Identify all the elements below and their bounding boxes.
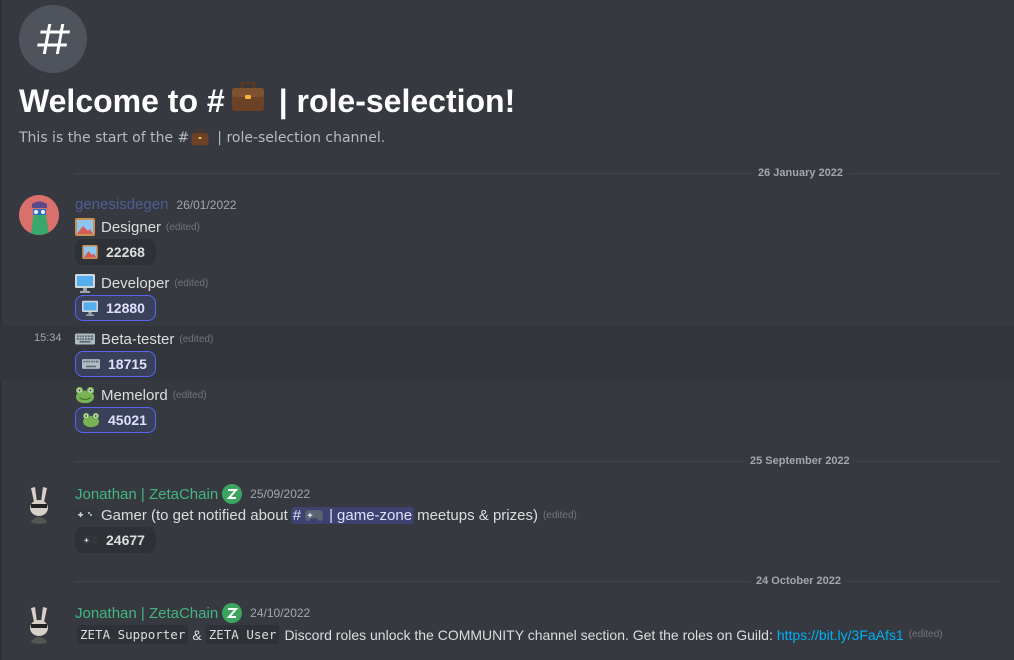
role-label: Developer	[101, 274, 170, 292]
avatar[interactable]	[19, 484, 59, 524]
message-body: ZETA Supporter & ZETA User Discord roles…	[75, 625, 943, 644]
keyboard-icon	[82, 359, 100, 369]
welcome-prefix: Welcome to #	[19, 82, 225, 119]
message-text: meetups & prizes)	[417, 506, 538, 524]
date-divider-label: 26 January 2022	[752, 167, 850, 179]
sub-suffix: | role-selection channel.	[217, 130, 386, 146]
reaction-count: 22268	[106, 244, 145, 260]
reaction-count: 24677	[106, 532, 145, 548]
reaction-button[interactable]: 12880	[75, 295, 156, 321]
role-line-memelord: Memelord (edited)	[75, 385, 207, 405]
mention-label: game-zone	[337, 506, 413, 524]
briefcase-icon	[191, 130, 209, 146]
guild-link[interactable]: https://bit.ly/3FaAfs1	[777, 627, 904, 643]
video-game-icon	[75, 505, 95, 525]
message-timestamp: 24/10/2022	[250, 606, 311, 620]
reaction-button[interactable]: 24677	[75, 527, 156, 553]
message-text: Discord roles unlock the COMMUNITY chann…	[284, 626, 773, 643]
date-divider-label: 25 September 2022	[744, 455, 856, 467]
role-line-developer: Developer (edited)	[75, 273, 208, 293]
channel-hash-icon	[19, 5, 87, 73]
message-text: Gamer (to get notified about	[101, 506, 288, 524]
username[interactable]: Jonathan | ZetaChain	[75, 605, 218, 622]
role-label: Memelord	[101, 386, 168, 404]
date-divider	[75, 173, 1000, 174]
date-divider	[75, 461, 1000, 462]
framed-picture-icon	[82, 245, 98, 259]
username[interactable]: genesisdegen	[75, 196, 168, 213]
briefcase-icon	[231, 81, 265, 120]
avatar[interactable]	[19, 195, 59, 235]
inline-code: ZETA User	[205, 625, 280, 644]
role-line-gamer: Gamer (to get notified about # | game-zo…	[75, 505, 577, 525]
role-line-designer: Designer (edited)	[75, 217, 200, 237]
zetachain-badge-icon	[222, 484, 243, 504]
edited-tag: (edited)	[172, 389, 207, 401]
channel-welcome-title: Welcome to # | role-selection!	[19, 81, 516, 120]
date-divider-label: 24 October 2022	[750, 575, 847, 587]
message-header: Jonathan | ZetaChain 25/09/2022	[75, 484, 310, 504]
channel-start-text: This is the start of the # | role-select…	[19, 130, 385, 146]
desktop-computer-icon	[82, 300, 98, 316]
channel-mention[interactable]: # | game-zone	[290, 506, 415, 524]
role-label: Beta-tester	[101, 330, 175, 348]
message-text: &	[192, 626, 202, 643]
reaction-button[interactable]: 22268	[75, 239, 156, 265]
role-label: Designer	[101, 218, 162, 236]
edited-tag: (edited)	[908, 629, 943, 640]
message-timestamp: 25/09/2022	[250, 487, 311, 501]
video-game-icon	[82, 535, 98, 546]
message-header: genesisdegen 26/01/2022	[75, 196, 236, 213]
frog-icon	[82, 412, 100, 428]
video-game-icon	[305, 509, 324, 522]
frog-icon	[75, 385, 95, 405]
edited-tag: (edited)	[542, 509, 577, 521]
reaction-count: 18715	[108, 356, 147, 372]
avatar[interactable]	[19, 604, 59, 644]
edited-tag: (edited)	[166, 221, 200, 233]
desktop-computer-icon	[75, 273, 95, 293]
inline-code: ZETA Supporter	[77, 625, 189, 644]
reaction-count: 45021	[108, 412, 147, 428]
reaction-button[interactable]: 18715	[75, 351, 156, 377]
framed-picture-icon	[75, 217, 95, 237]
edited-tag: (edited)	[174, 277, 209, 289]
message-timestamp: 26/01/2022	[176, 197, 237, 212]
edited-tag: (edited)	[179, 333, 214, 345]
message-header: Jonathan | ZetaChain 24/10/2022	[75, 603, 310, 623]
sub-prefix: This is the start of the #	[19, 130, 190, 146]
reaction-button[interactable]: 45021	[75, 407, 156, 433]
reaction-count: 12880	[106, 300, 145, 316]
zetachain-badge-icon	[222, 603, 243, 623]
welcome-suffix: | role-selection!	[278, 82, 516, 119]
hover-timestamp: 15:34	[34, 332, 62, 344]
keyboard-icon	[75, 329, 95, 349]
role-line-beta-tester: Beta-tester (edited)	[75, 329, 213, 349]
username[interactable]: Jonathan | ZetaChain	[75, 486, 218, 503]
date-divider	[75, 581, 1000, 582]
